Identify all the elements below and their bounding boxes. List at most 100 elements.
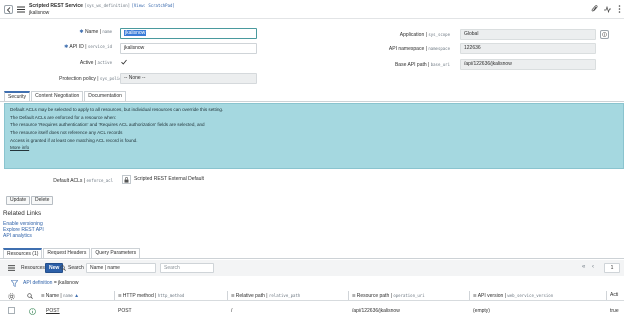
row-api-version: (empty) [473,308,490,314]
active-label: Active | active [79,60,112,66]
column-divider [227,291,228,300]
search-icon [27,293,33,299]
prev-page-button[interactable]: ‹ [592,264,594,270]
column-header-name[interactable]: ☰ Name | name ▲ [41,290,79,301]
default-acls-label: Default ACLs | enforce_acl [53,178,113,184]
update-button[interactable]: Update [6,196,31,205]
base-path-field: /api/122636/jkalisnow [460,59,596,70]
info-line: The resource itself does not reference a… [10,130,123,136]
paperclip-icon [591,5,598,12]
row-preview-button[interactable] [28,307,36,315]
more-info-link[interactable]: More info [10,145,29,150]
acl-lock-button[interactable] [122,175,131,184]
info-line: Default ACLs may be selected to apply to… [10,107,224,112]
row-active: true [610,308,619,314]
related-links-heading: Related Links [3,210,42,217]
api-analytics-link[interactable]: API analytics [3,233,32,239]
column-divider [348,291,349,300]
related-list-tabs: Resources (1) Request Headers Query Para… [3,248,141,258]
search-label: Search [68,265,84,271]
breadcrumb-text[interactable]: API definition = jkalisnow [23,280,78,286]
delete-button[interactable]: Delete [31,196,54,205]
search-toggle-button[interactable] [59,264,67,272]
base-path-label: Base API path | base_uri [394,62,450,68]
column-divider [469,291,470,300]
info-line: The resource 'Requires authentication' a… [10,122,205,128]
back-button[interactable] [4,5,13,14]
list-header: ☰ Name | name ▲ ☰ HTTP method | http_met… [0,290,624,301]
tab-request-headers[interactable]: Request Headers [43,248,91,258]
default-acls-value[interactable]: Scripted REST External Default [134,176,204,182]
more-vertical-icon [618,5,620,13]
namespace-field: 122636 [460,43,596,54]
security-info-box: Default ACLs may be selected to apply to… [4,103,624,169]
form-fields: ✱ Name | name jkalisnow ✱ API ID | servi… [0,26,622,86]
api-id-input[interactable]: jkalisnow [120,43,257,54]
column-header-active[interactable]: Acti [610,290,618,301]
first-page-button[interactable]: « [582,264,585,270]
list-menu-button[interactable] [7,264,15,272]
column-header-resource-path[interactable]: ☰ Resource path | operation_uri [352,290,425,301]
search-input[interactable]: Search [160,263,214,273]
column-header-api-version[interactable]: ☰ API version | web_service_version [473,290,553,301]
search-field-select[interactable]: Name | name [86,263,156,273]
form-tabs: Security Content Negotiation Documentati… [4,91,126,101]
breadcrumb: API definition = jkalisnow [0,278,624,288]
application-field: Global [460,29,596,40]
hamburger-icon [17,6,25,12]
list-toolbar: Resources New Search Name | name Search … [0,260,624,276]
row-relative-path: / [231,308,233,314]
pulse-icon [603,5,611,13]
name-input[interactable]: jkalisnow [120,28,257,39]
tab-resources[interactable]: Resources (1) [3,248,43,258]
form-subtitle: jkalisnow [29,10,50,16]
filter-button[interactable] [10,279,18,287]
view-link[interactable]: [View: ScratchPad] [131,3,174,8]
column-divider [114,291,115,300]
column-header-http-method[interactable]: ☰ HTTP method | http_method [118,290,184,301]
list-title: Resources [21,265,45,271]
info-icon [602,32,607,37]
tab-documentation[interactable]: Documentation [84,91,126,101]
lock-icon [124,176,129,183]
row-resource-path: /api/122636/jkalisnow [352,308,400,314]
tab-query-parameters[interactable]: Query Parameters [91,248,141,258]
info-icon [28,307,36,315]
checkmark-icon [121,59,127,65]
tabs-divider [0,101,624,102]
application-label: Application | sys_scope [399,32,450,38]
row-name-link[interactable]: POST [46,308,60,314]
info-line: Access is granted if at least one matchi… [10,137,138,143]
tab-security[interactable]: Security [4,91,31,101]
more-options-button[interactable] [615,5,623,13]
form-title: Scripted REST Service [sys_ws_definition… [29,3,175,9]
form-header: Scripted REST Service [sys_ws_definition… [0,0,624,19]
tab-content-negotiation[interactable]: Content Negotiation [31,91,84,101]
column-header-relative-path[interactable]: ☰ Relative path | relative_path [231,290,300,301]
name-label: ✱ Name | name [79,29,112,35]
filter-icon [10,279,18,287]
table-row: POST POST / /api/122636/jkalisnow (empty… [0,302,624,319]
sort-ascending-icon: ▲ [74,293,80,299]
hamburger-icon [7,265,15,271]
gear-icon [7,292,15,300]
related-tabs-divider [0,258,624,259]
column-divider [606,291,607,300]
form-title-text: Scripted REST Service [29,3,83,9]
active-checkbox[interactable] [120,58,128,66]
row-http-method: POST [118,308,132,314]
api-id-label: ✱ API ID | service_id [64,44,112,50]
row-checkbox[interactable] [8,307,15,314]
column-search-button[interactable] [26,292,34,300]
page-number-input[interactable]: 1 [604,263,620,273]
menu-button[interactable] [17,5,25,13]
activity-button[interactable] [603,5,611,13]
chevron-left-icon [6,6,10,13]
protection-policy-label: Protection policy | sys_policy [59,76,124,82]
protection-policy-select[interactable]: -- None -- [120,73,257,84]
application-info-button[interactable] [600,30,609,39]
table-name: [sys_ws_definition] [84,3,131,8]
namespace-label: API namespace | namespace [388,46,450,52]
list-settings-button[interactable] [7,292,15,300]
attachment-button[interactable] [590,5,598,13]
